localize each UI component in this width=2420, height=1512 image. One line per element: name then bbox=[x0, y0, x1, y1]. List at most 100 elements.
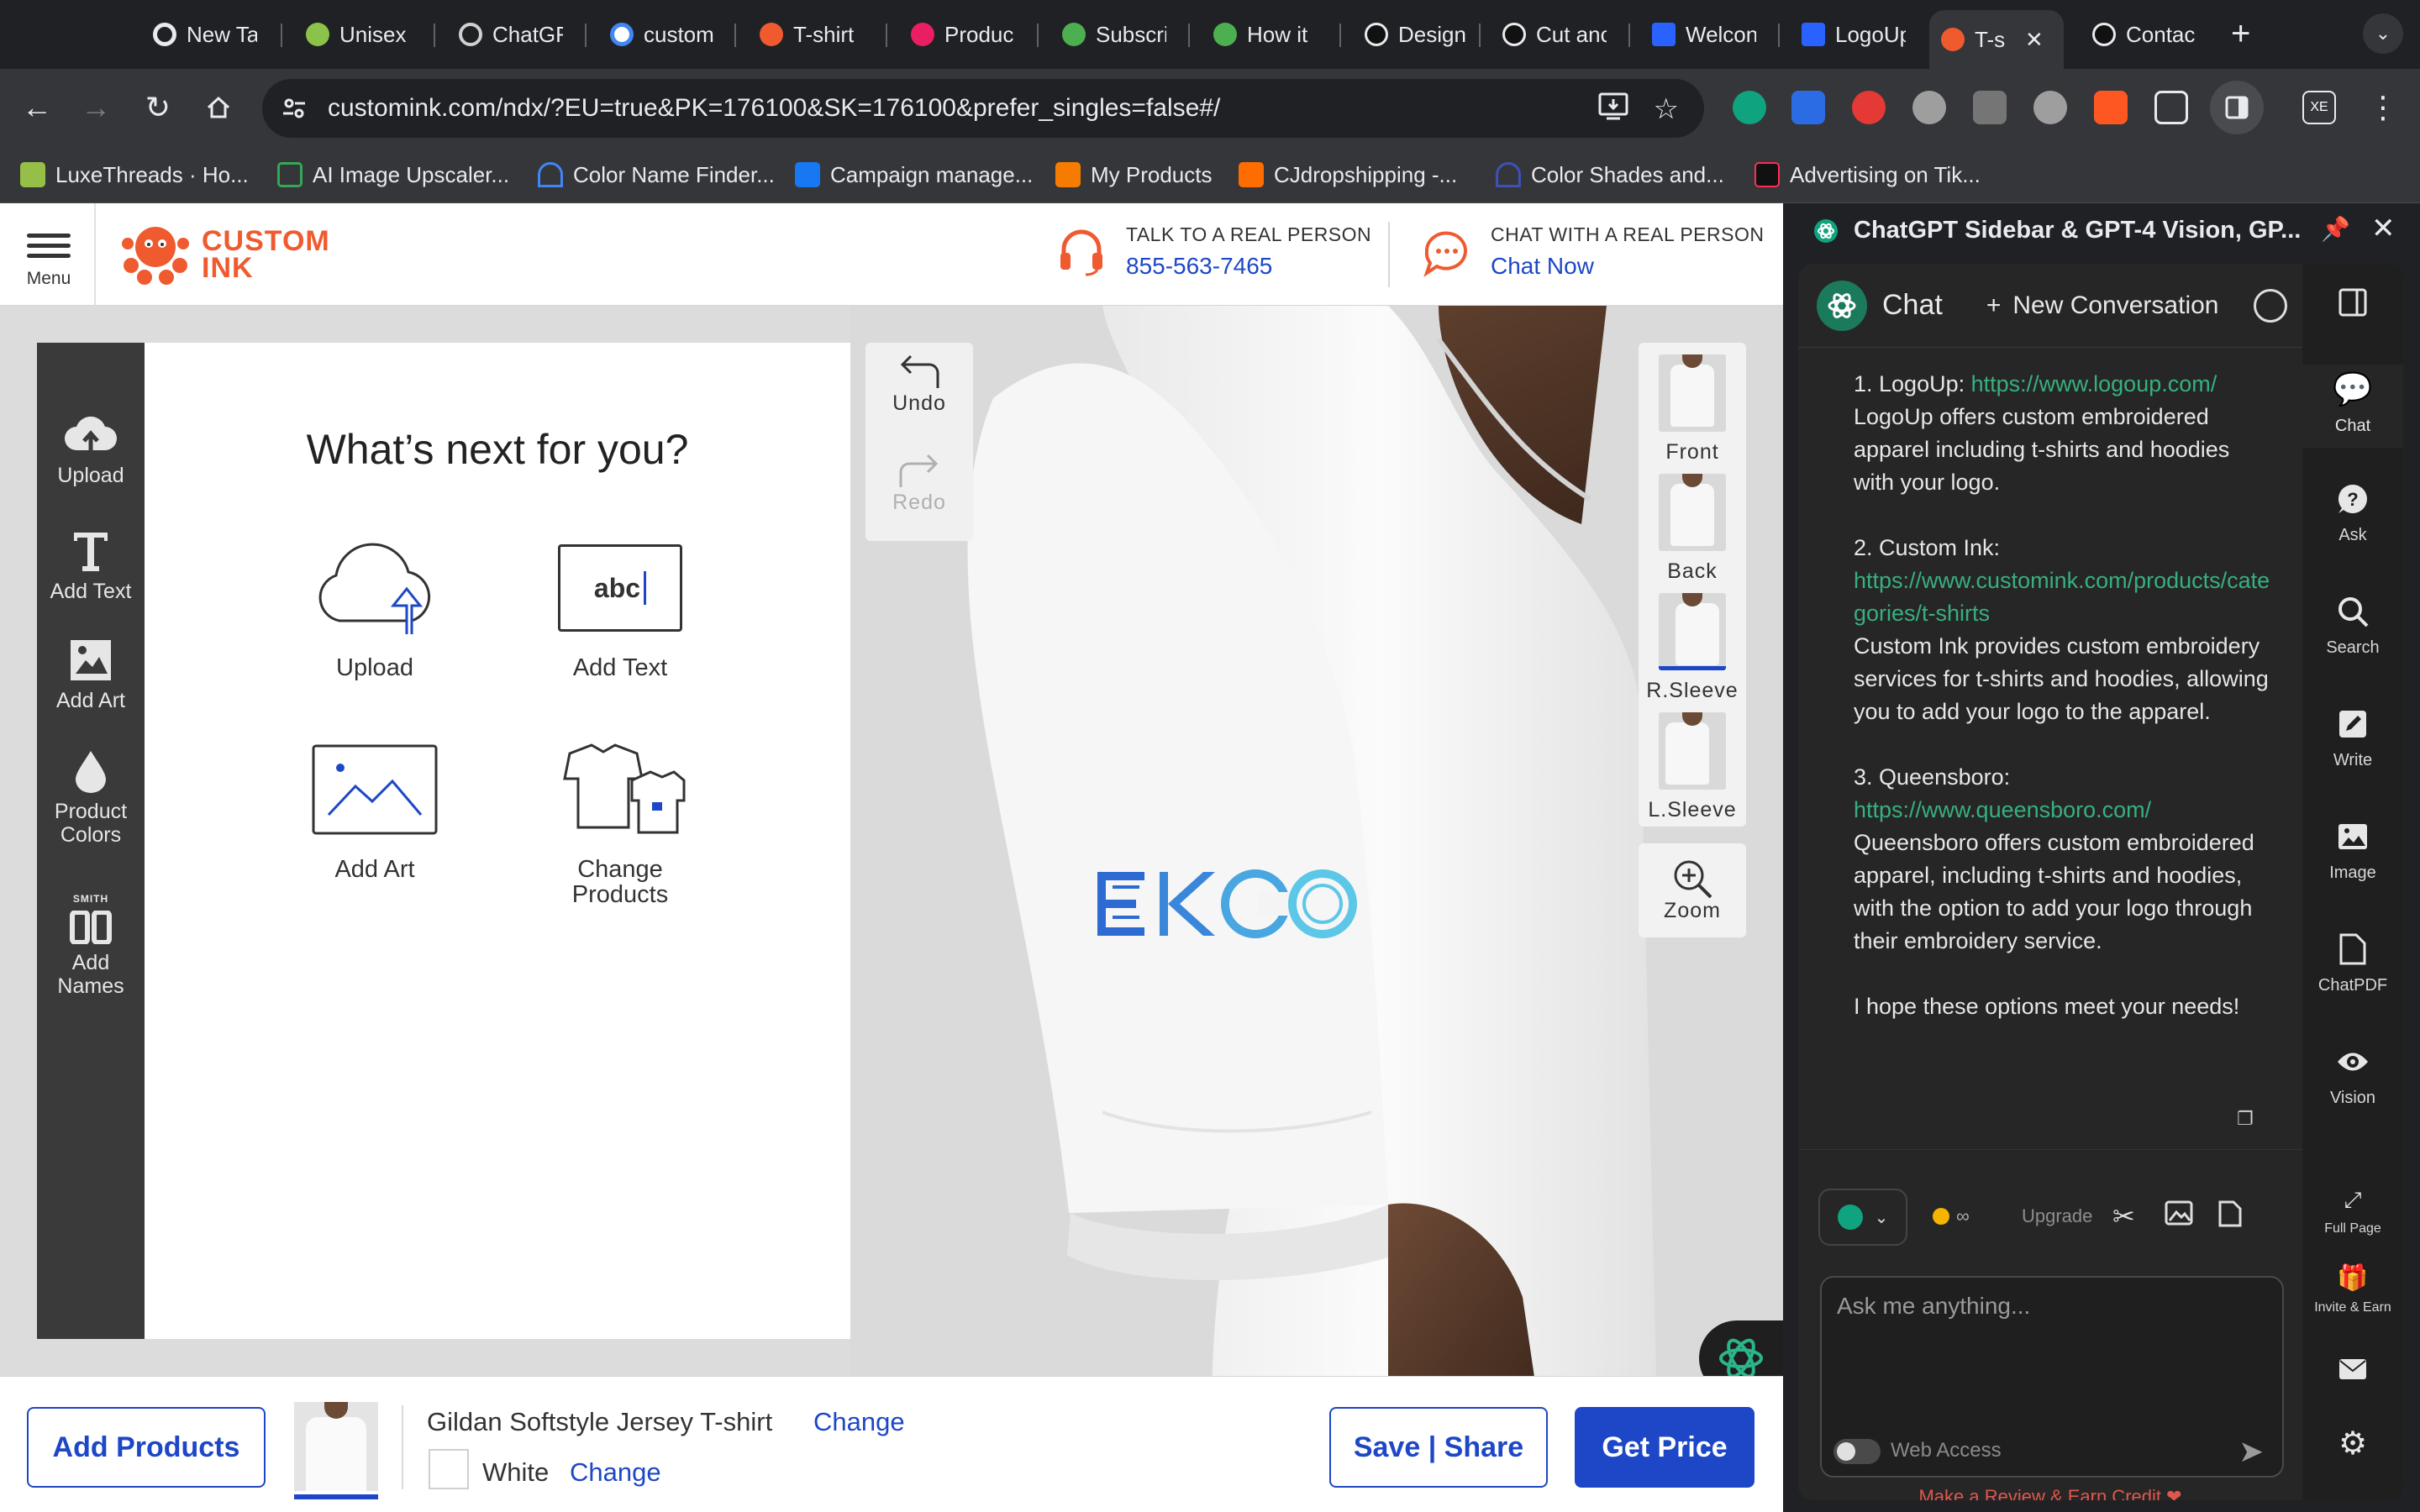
bookmark-my-products[interactable]: My Products bbox=[1055, 160, 1213, 190]
review-earn-link[interactable]: Make a Review & Earn Credit ❤ bbox=[1798, 1486, 2302, 1500]
zoom-button[interactable]: Zoom bbox=[1639, 843, 1746, 937]
tab-unisex[interactable]: Unisex bbox=[294, 15, 422, 54]
tab-google-custom[interactable]: custom bbox=[598, 15, 726, 54]
rail-upload[interactable]: Upload bbox=[37, 413, 145, 487]
copy-icon[interactable]: ❐ bbox=[2237, 1108, 2254, 1130]
rail-settings[interactable]: ⚙ bbox=[2302, 1425, 2403, 1470]
tab-welcome[interactable]: Welcon bbox=[1640, 15, 1768, 54]
model-selector[interactable]: ⌄ bbox=[1818, 1189, 1907, 1246]
scissors-icon[interactable]: ✂ bbox=[2112, 1200, 2135, 1232]
chatgpt-extension-icon[interactable] bbox=[1733, 91, 1766, 124]
view-left-sleeve[interactable]: L.Sleeve bbox=[1639, 712, 1746, 822]
reload-icon[interactable]: ↻ bbox=[138, 87, 178, 128]
tab-subscribe[interactable]: Subscri bbox=[1050, 15, 1178, 54]
logoup-link[interactable]: https://www.logoup.com/ bbox=[1971, 371, 2217, 396]
send-icon[interactable]: ➤ bbox=[2238, 1434, 2264, 1469]
tab-tshirt[interactable]: T-shirt bbox=[748, 15, 876, 54]
site-settings-icon[interactable] bbox=[279, 93, 309, 123]
home-icon[interactable] bbox=[198, 87, 239, 128]
bookmark-luxethreads[interactable]: LuxeThreads · Ho... bbox=[20, 160, 249, 190]
back-arrow-icon[interactable]: ← bbox=[17, 87, 57, 128]
upload-option[interactable]: Upload bbox=[282, 538, 467, 680]
new-conversation-button[interactable]: + New Conversation bbox=[1986, 291, 2219, 320]
tab-logoup[interactable]: LogoUp bbox=[1790, 15, 1918, 54]
rail-chat[interactable]: 💬 Chat bbox=[2302, 365, 2403, 448]
toggle-panel-button[interactable] bbox=[2302, 284, 2403, 329]
tab-new-tab[interactable]: New Ta bbox=[141, 15, 269, 54]
rail-search[interactable]: Search bbox=[2302, 593, 2403, 658]
queensboro-link[interactable]: https://www.queensboro.com/ bbox=[1854, 797, 2151, 822]
pdf-icon[interactable] bbox=[2218, 1200, 2242, 1234]
rail-mail[interactable] bbox=[2302, 1351, 2403, 1396]
rail-full-page[interactable]: ⤢ Full Page bbox=[2302, 1187, 2403, 1236]
new-tab-plus-icon[interactable]: + bbox=[2231, 15, 2250, 53]
image-upload-icon[interactable] bbox=[2165, 1200, 2193, 1232]
rail-write[interactable]: Write bbox=[2302, 706, 2403, 770]
tab-how-it[interactable]: How it bbox=[1202, 15, 1329, 54]
rail-invite-earn[interactable]: 🎁 Invite & Earn bbox=[2302, 1263, 2403, 1315]
add-products-button[interactable]: Add Products bbox=[27, 1407, 266, 1488]
chat-now-link[interactable]: Chat Now bbox=[1491, 253, 1764, 280]
rail-chatpdf[interactable]: ChatPDF bbox=[2302, 931, 2403, 995]
bookmark-color-shades[interactable]: Color Shades and... bbox=[1496, 160, 1724, 190]
product-thumbnail[interactable] bbox=[294, 1402, 378, 1491]
bookmark-tiktok-ads[interactable]: Advertising on Tik... bbox=[1754, 160, 1981, 190]
tab-contact[interactable]: Contac bbox=[2081, 15, 2208, 54]
rail-vision[interactable]: Vision bbox=[2302, 1043, 2403, 1108]
save-share-button[interactable]: Save | Share bbox=[1329, 1407, 1548, 1488]
ask-input[interactable]: Ask me anything... Web Access ➤ bbox=[1820, 1276, 2284, 1478]
undo-button[interactable]: Undo bbox=[865, 354, 973, 416]
get-price-button[interactable]: Get Price bbox=[1575, 1407, 1754, 1488]
phone-number-link[interactable]: 855-563-7465 bbox=[1126, 253, 1371, 280]
rail-image[interactable]: Image bbox=[2302, 818, 2403, 883]
profile-avatar[interactable]: XE bbox=[2302, 91, 2336, 124]
tab-search-chevron-icon[interactable]: ⌄ bbox=[2363, 13, 2403, 54]
more-menu-icon[interactable]: ⋮ bbox=[2363, 87, 2403, 128]
view-right-sleeve[interactable]: R.Sleeve bbox=[1639, 593, 1746, 703]
puzzle-extensions-icon[interactable] bbox=[2154, 91, 2188, 124]
close-tab-icon[interactable]: ✕ bbox=[2025, 27, 2044, 53]
bookmark-campaign-manager[interactable]: Campaign manage... bbox=[795, 160, 1033, 190]
chat-with-person[interactable]: CHAT WITH A REAL PERSON Chat Now bbox=[1420, 223, 1764, 280]
change-product-link[interactable]: Change bbox=[813, 1407, 905, 1437]
change-color-link[interactable]: Change bbox=[570, 1457, 661, 1488]
web-access-toggle[interactable] bbox=[1833, 1439, 1881, 1464]
tab-tshirt-active[interactable]: T-s ✕ bbox=[1929, 10, 2064, 69]
pin-icon[interactable]: 📌 bbox=[2321, 215, 2350, 243]
side-panel-icon[interactable] bbox=[2210, 81, 2264, 134]
tab-products[interactable]: Produc bbox=[899, 15, 1027, 54]
tab-chatgpt[interactable]: ChatGF bbox=[447, 15, 575, 54]
add-text-option[interactable]: abc Add Text bbox=[528, 538, 713, 680]
close-icon[interactable]: ✕ bbox=[2371, 212, 2396, 245]
screenshot-extension-icon[interactable] bbox=[2094, 91, 2128, 124]
tag-extension-icon[interactable] bbox=[1791, 91, 1825, 124]
rail-ask[interactable]: ? Ask bbox=[2302, 480, 2403, 545]
tab-design[interactable]: Design bbox=[1353, 15, 1481, 54]
customink-logo[interactable]: CUSTOM INK bbox=[119, 218, 330, 291]
menu-button[interactable]: Menu bbox=[24, 234, 74, 289]
rail-add-text[interactable]: Add Text bbox=[37, 529, 145, 603]
address-bar[interactable]: customink.com/ndx/?EU=true&PK=176100&SK=… bbox=[262, 79, 1704, 138]
tab-cut-and[interactable]: Cut anc bbox=[1491, 15, 1618, 54]
forward-arrow-icon[interactable]: → bbox=[76, 87, 116, 128]
rail-add-art[interactable]: Add Art bbox=[37, 638, 145, 712]
hand-extension-icon[interactable] bbox=[1852, 91, 1886, 124]
globe-extension-icon[interactable] bbox=[2033, 91, 2067, 124]
upgrade-link[interactable]: Upgrade bbox=[2022, 1205, 2092, 1227]
view-back[interactable]: Back bbox=[1639, 474, 1746, 584]
bookmark-ai-upscaler[interactable]: AI Image Upscaler... bbox=[277, 160, 509, 190]
history-clock-icon[interactable] bbox=[2254, 289, 2287, 323]
image-extension-icon[interactable] bbox=[1973, 91, 2007, 124]
bookmark-cjdropshipping[interactable]: CJdropshipping -... bbox=[1239, 160, 1457, 190]
redo-button[interactable]: Redo bbox=[865, 454, 973, 515]
add-art-option[interactable]: Add Art bbox=[282, 739, 467, 882]
rail-add-names[interactable]: SMITH Add Names bbox=[37, 887, 145, 998]
color-picker-extension-icon[interactable] bbox=[1912, 91, 1946, 124]
rail-product-colors[interactable]: Product Colors bbox=[37, 749, 145, 847]
view-front[interactable]: Front bbox=[1639, 354, 1746, 465]
change-products-option[interactable]: Change Products bbox=[528, 739, 713, 907]
install-app-icon[interactable] bbox=[1598, 92, 1628, 129]
bookmark-color-name-finder[interactable]: Color Name Finder... bbox=[538, 160, 775, 190]
bookmark-star-icon[interactable]: ☆ bbox=[1654, 92, 1679, 129]
talk-to-person[interactable]: TALK TO A REAL PERSON 855-563-7465 bbox=[1055, 223, 1371, 280]
